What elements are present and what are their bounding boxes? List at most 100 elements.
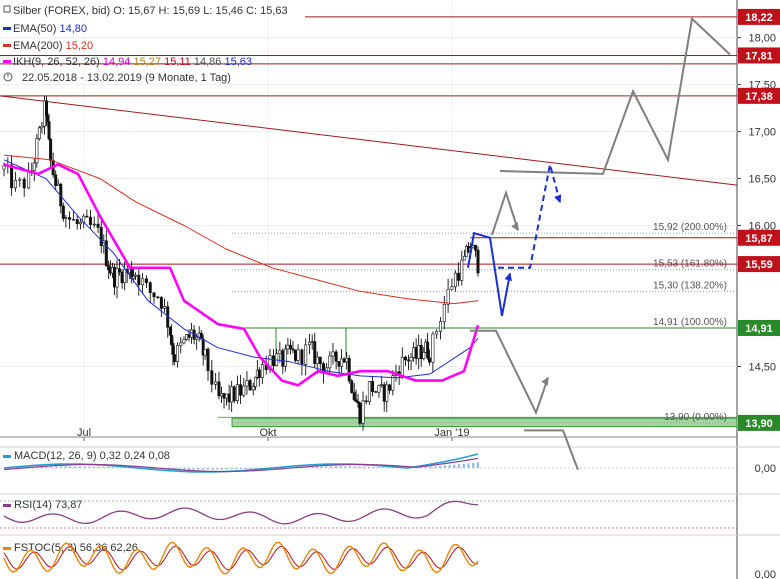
candle-down <box>281 350 285 367</box>
legend-date-range: 22.05.2018 - 13.02.2019 (9 Monate, 1 Tag… <box>22 72 231 84</box>
candle-down <box>271 355 275 367</box>
candle-up <box>123 269 127 284</box>
candle-down <box>210 370 214 385</box>
candle-down <box>217 381 221 397</box>
candle-up <box>400 356 404 376</box>
candle-up <box>450 286 454 290</box>
candle-down <box>68 217 72 220</box>
candle-down <box>54 174 58 186</box>
fstoc-axis-label: 0,00 <box>755 569 776 579</box>
candle-down <box>350 380 354 393</box>
chart-canvas: 15,92 (200.00%)15,53 (161.80%)15,30 (138… <box>0 0 780 579</box>
candle-down <box>172 354 176 362</box>
candle-down <box>288 344 292 350</box>
candle-up <box>214 381 218 385</box>
candle-down <box>239 384 243 396</box>
candle-down <box>371 381 375 392</box>
candle-up <box>35 138 39 164</box>
candle-up <box>251 386 255 391</box>
candle-up <box>219 393 223 397</box>
candle-down <box>374 391 378 393</box>
price-tag: 15,59 <box>738 256 780 273</box>
candle-down <box>10 164 14 189</box>
candle-up <box>422 351 426 360</box>
candle-up <box>92 223 96 226</box>
candle-up <box>195 336 199 340</box>
ikh-legend-swatch <box>3 60 11 63</box>
ema50-legend-swatch <box>3 27 11 30</box>
indicator-swatch <box>3 455 11 458</box>
candle-down <box>152 292 156 298</box>
candle-up <box>431 333 435 363</box>
candle-up <box>37 127 41 140</box>
indicator-label: MACD(12, 26, 9) 0,32 0,24 0,08 <box>14 450 170 462</box>
y-tick-label: 17,00 <box>748 127 776 139</box>
candle-up <box>283 348 287 367</box>
fib-label: 13,90 (0.00%) <box>664 412 727 423</box>
price-tag-label: 13,90 <box>745 418 773 430</box>
candle-down <box>88 216 92 225</box>
candle-up <box>56 183 60 186</box>
candle-up <box>380 384 384 386</box>
candle-down <box>71 219 75 221</box>
candle-down <box>342 358 346 363</box>
candle-down <box>148 282 152 293</box>
legend-ema50: EMA(50) 14,80 <box>13 23 87 35</box>
candle-up <box>310 341 314 343</box>
candle-down <box>419 345 423 360</box>
candle-up <box>463 256 467 261</box>
candle-up <box>141 278 145 286</box>
candle-down <box>232 386 236 402</box>
candle-down <box>473 244 477 251</box>
candle-down <box>407 359 411 362</box>
candle-down <box>61 205 65 219</box>
chart-stage: 15,92 (200.00%) 15,53 (161.80%) 15,30 (138… <box>0 0 780 579</box>
candle-up <box>340 358 344 367</box>
candle-down <box>99 227 103 247</box>
candle-down <box>222 393 226 399</box>
candle-down <box>206 348 210 371</box>
candle-up <box>182 339 186 344</box>
candle-down <box>388 384 392 391</box>
price-tag-label: 15,87 <box>745 233 773 245</box>
candle-up <box>184 334 188 340</box>
candle-up <box>345 358 349 363</box>
candle-down <box>426 341 430 359</box>
candle-up <box>315 356 319 364</box>
candle-up <box>64 217 68 219</box>
candle-down <box>47 121 51 140</box>
candle-down <box>291 348 295 351</box>
price-tag: 15,87 <box>738 229 780 246</box>
candle-down <box>144 278 148 283</box>
candle-up <box>225 393 229 399</box>
candle-down <box>112 267 116 288</box>
candle-up <box>328 355 332 369</box>
candle-down <box>403 356 407 361</box>
candle-up <box>307 341 311 346</box>
candle-up <box>133 274 137 277</box>
candle-up <box>260 364 264 378</box>
sub-panels: MACD(12, 26, 9) 0,32 0,24 0,08RSI(14) 73… <box>0 450 776 579</box>
candle-down <box>22 179 26 189</box>
candle-down <box>120 271 124 284</box>
candle-down <box>118 268 122 273</box>
candle-down <box>75 219 79 225</box>
candle-up <box>446 288 450 305</box>
candle-down <box>171 343 175 355</box>
candle-up <box>296 349 300 361</box>
candle-up <box>132 275 136 279</box>
candle-down <box>248 380 252 391</box>
fib-label: 15,30 (138.20%) <box>653 280 727 291</box>
y-tick-label: 16,50 <box>748 174 776 186</box>
price-tag-label: 18,22 <box>745 12 773 24</box>
candle-up <box>460 259 464 281</box>
candle-up <box>253 376 257 387</box>
legend-ikh: IKH(9, 26, 52, 26) 14,94 15,27 15,11 14,… <box>13 56 252 68</box>
fib-label: 15,92 (200.00%) <box>653 222 727 233</box>
candle-down <box>313 341 317 364</box>
candle-down <box>428 357 432 363</box>
ema200-legend-swatch <box>3 44 11 47</box>
candle-down <box>414 347 418 359</box>
candle-up <box>442 304 446 322</box>
candle-up <box>417 345 421 359</box>
